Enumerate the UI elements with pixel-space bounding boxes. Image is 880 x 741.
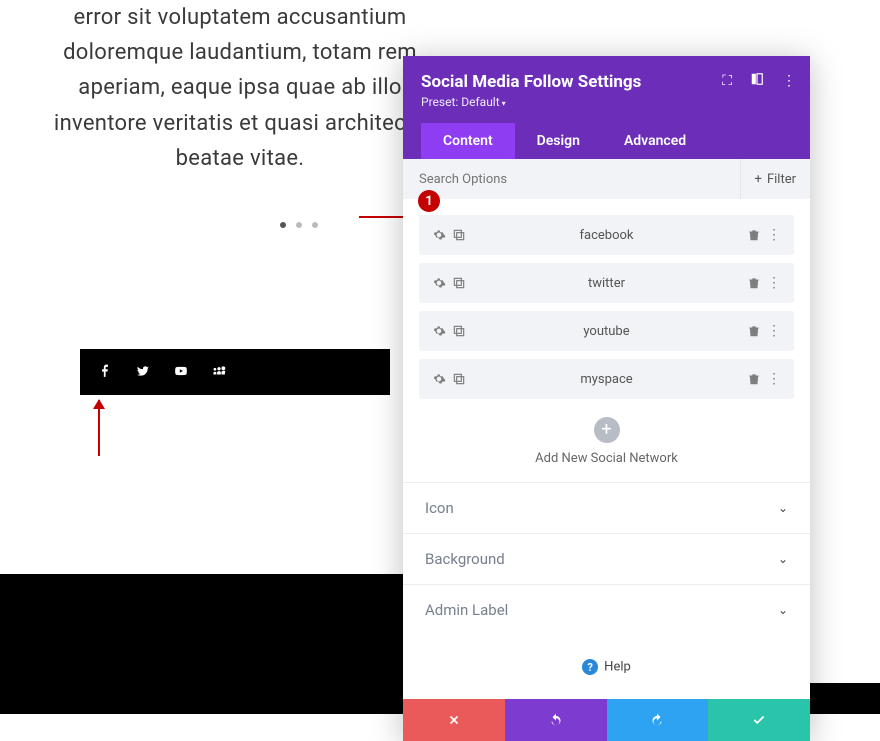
facebook-icon[interactable]	[98, 363, 112, 382]
settings-panel: Social Media Follow Settings Preset: Def…	[403, 56, 810, 741]
gear-icon[interactable]	[432, 227, 446, 243]
kebab-icon[interactable]: ⋮	[767, 227, 781, 243]
add-social-network-label: Add New Social Network	[419, 451, 794, 466]
duplicate-icon[interactable]	[452, 323, 466, 339]
add-social-network-button[interactable]: +	[594, 417, 620, 443]
dot-active[interactable]	[280, 222, 286, 228]
dot[interactable]	[312, 222, 318, 228]
help-link[interactable]: ?Help	[403, 635, 810, 699]
preset-dropdown[interactable]: Preset: Default	[421, 95, 792, 109]
accordion-background[interactable]: Background⌄	[403, 533, 810, 584]
social-network-item[interactable]: youtube ⋮	[419, 311, 794, 351]
trash-icon[interactable]	[747, 323, 761, 339]
gear-icon[interactable]	[432, 371, 446, 387]
item-label: twitter	[469, 276, 744, 291]
chevron-down-icon: ⌄	[778, 552, 788, 566]
expand-icon[interactable]: ⛶	[722, 73, 732, 89]
tab-design[interactable]: Design	[515, 123, 602, 159]
item-label: myspace	[469, 372, 744, 387]
duplicate-icon[interactable]	[452, 275, 466, 291]
item-label: youtube	[469, 324, 744, 339]
slider-pagination[interactable]	[280, 222, 318, 228]
page-dark-section	[0, 574, 403, 714]
redo-button[interactable]	[607, 699, 709, 741]
tab-content[interactable]: Content	[421, 123, 515, 159]
panel-tabs: Content Design Advanced	[421, 123, 792, 159]
chevron-down-icon: ⌄	[778, 603, 788, 617]
page-dark-section-right	[809, 683, 880, 714]
undo-button[interactable]	[505, 699, 607, 741]
cancel-button[interactable]	[403, 699, 505, 741]
panel-header: Social Media Follow Settings Preset: Def…	[403, 56, 810, 159]
search-row: +Filter	[403, 159, 810, 199]
snap-icon[interactable]	[750, 72, 764, 90]
trash-icon[interactable]	[747, 275, 761, 291]
gear-icon[interactable]	[432, 323, 446, 339]
youtube-icon[interactable]	[174, 363, 188, 382]
accordion-icon[interactable]: Icon⌄	[403, 482, 810, 533]
duplicate-icon[interactable]	[452, 371, 466, 387]
kebab-icon[interactable]: ⋮	[767, 371, 781, 387]
myspace-icon[interactable]	[212, 363, 226, 382]
social-network-item[interactable]: twitter ⋮	[419, 263, 794, 303]
annotation-callout-1: 1	[418, 190, 440, 212]
kebab-icon[interactable]: ⋮	[782, 73, 796, 89]
twitter-icon[interactable]	[136, 363, 150, 382]
kebab-icon[interactable]: ⋮	[767, 275, 781, 291]
social-network-item[interactable]: myspace ⋮	[419, 359, 794, 399]
kebab-icon[interactable]: ⋮	[767, 323, 781, 339]
accordion-admin-label[interactable]: Admin Label⌄	[403, 584, 810, 635]
tab-advanced[interactable]: Advanced	[602, 123, 708, 159]
duplicate-icon[interactable]	[452, 227, 466, 243]
trash-icon[interactable]	[747, 371, 761, 387]
item-label: facebook	[469, 228, 744, 243]
dot[interactable]	[296, 222, 302, 228]
save-button[interactable]	[708, 699, 810, 741]
search-input[interactable]	[403, 159, 740, 199]
help-icon: ?	[582, 659, 598, 675]
social-network-item[interactable]: facebook ⋮	[419, 215, 794, 255]
social-follow-module[interactable]	[80, 349, 390, 395]
panel-footer	[403, 699, 810, 741]
annotation-arrow-vertical	[98, 400, 100, 456]
gear-icon[interactable]	[432, 275, 446, 291]
trash-icon[interactable]	[747, 227, 761, 243]
chevron-down-icon: ⌄	[778, 501, 788, 515]
filter-button[interactable]: +Filter	[740, 159, 810, 199]
social-network-list: facebook ⋮ twitter ⋮ youtube ⋮ myspace ⋮…	[403, 199, 810, 482]
